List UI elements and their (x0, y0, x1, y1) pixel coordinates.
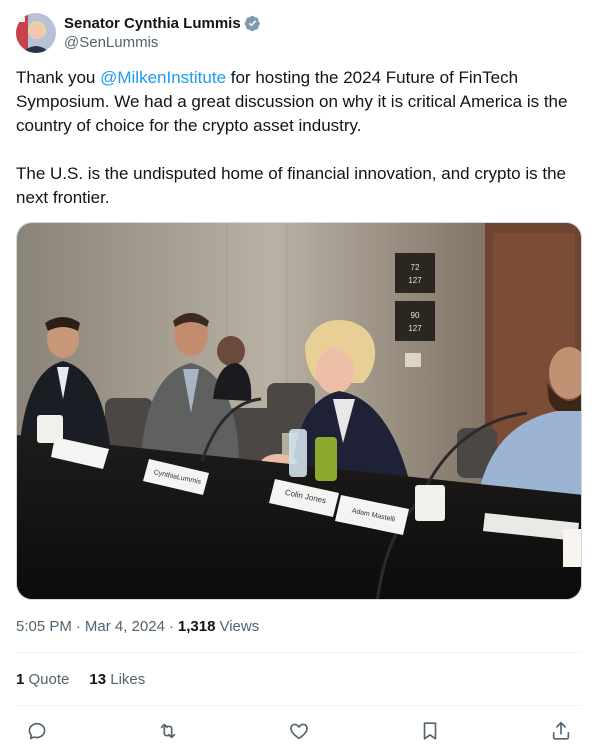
author-display-name[interactable]: Senator Cynthia Lummis (64, 15, 241, 32)
room-sign-bottom-number: 90 (411, 311, 420, 320)
views-label: Views (219, 617, 260, 635)
action-bar (16, 716, 582, 746)
share-button[interactable] (546, 716, 576, 746)
avatar[interactable] (16, 13, 56, 53)
retweet-button[interactable] (153, 716, 183, 746)
room-sign-top-room: 127 (408, 276, 422, 285)
views-count: 1,318 (177, 617, 216, 635)
meta-separator: · (75, 617, 81, 635)
room-sign-top-number: 72 (411, 263, 420, 272)
engagement-stats: 1 Quote 13 Likes (16, 669, 165, 689)
mention-link[interactable]: @MilkenInstitute (100, 68, 226, 87)
tweet-text-start: Thank you (16, 68, 101, 87)
meta-separator-2: · (168, 617, 174, 635)
likes-stat[interactable]: 13 Likes (89, 671, 145, 688)
likes-label: Likes (110, 670, 146, 688)
author-handle[interactable]: @SenLummis (64, 33, 261, 53)
divider (16, 652, 582, 653)
retweet-icon (160, 723, 176, 739)
tweet-meta: 5:05 PM · Mar 4, 2024 · 1,318 Views (16, 616, 259, 636)
room-sign-bottom-room: 127 (408, 324, 422, 333)
likes-count: 13 (89, 670, 107, 688)
tweet-paragraph-1: Thank you @MilkenInstitute for hosting t… (16, 66, 582, 138)
quotes-count: 1 (16, 670, 25, 688)
quotes-label: Quote (28, 670, 70, 688)
tweet-header: Senator Cynthia Lummis @SenLummis (16, 12, 261, 54)
share-icon (552, 721, 570, 740)
bookmark-icon (423, 722, 437, 740)
divider (16, 705, 582, 706)
tweet-photo[interactable]: 72 127 90 127 CynthiaLummis Colin Jones … (16, 222, 582, 600)
tweet-date[interactable]: Mar 4, 2024 (85, 618, 165, 635)
like-icon (290, 723, 308, 740)
tweet-text: Thank you @MilkenInstitute for hosting t… (16, 66, 582, 210)
verified-badge-icon (244, 15, 261, 32)
bookmark-button[interactable] (415, 716, 445, 746)
quotes-stat[interactable]: 1 Quote (16, 671, 69, 688)
tweet-paragraph-2: The U.S. is the undisputed home of finan… (16, 164, 566, 207)
like-button[interactable] (284, 716, 314, 746)
reply-icon (28, 722, 46, 740)
tweet-time[interactable]: 5:05 PM (16, 618, 72, 635)
reply-button[interactable] (22, 716, 52, 746)
